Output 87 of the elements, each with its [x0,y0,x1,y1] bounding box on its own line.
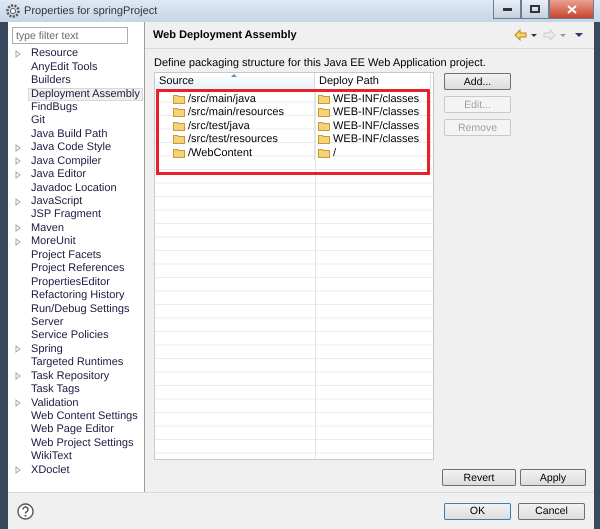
sidebar-item[interactable]: JavaScript [28,195,86,208]
minimize-icon [502,8,512,10]
folder-icon [173,134,185,144]
table-cell: / [333,146,336,159]
sidebar-item[interactable]: Server [28,316,66,329]
gear-icon [6,4,20,18]
maximize-button[interactable] [521,0,549,19]
expand-arrow-icon[interactable] [14,170,22,179]
sidebar-item[interactable]: Targeted Runtimes [28,356,126,370]
folder-icon [318,120,330,131]
sidebar-item[interactable]: Project References [28,262,128,276]
sidebar-item[interactable]: Task Tags [28,383,83,396]
sidebar-item[interactable]: Git [28,114,48,128]
sidebar-item[interactable]: Deployment Assembly [28,88,143,101]
expand-arrow-icon[interactable] [14,144,22,152]
sidebar-item[interactable]: Project Facets [28,248,104,262]
sidebar-item[interactable]: Refactoring History [28,289,128,302]
close-icon [566,4,576,14]
expand-arrow-icon[interactable] [14,50,22,58]
table-cell: WEB-INF/classes [333,106,420,118]
column-header[interactable]: Source [155,73,315,89]
sidebar-item[interactable]: Validation [28,396,82,410]
expand-arrow-icon[interactable] [14,224,22,232]
table-cell: /src/main/java [188,92,256,105]
maximize-icon [530,5,540,13]
expand-arrow-icon[interactable] [14,157,22,166]
expand-arrow-icon[interactable] [14,238,22,246]
sidebar-item[interactable]: Run/Debug Settings [28,302,132,316]
sidebar-item[interactable]: Task Repository [28,370,112,383]
folder-icon [318,148,330,158]
window-title: Properties for springProject [24,5,158,17]
expand-arrow-icon[interactable] [14,399,22,408]
sidebar-item[interactable]: WikiText [28,450,75,464]
sidebar-item[interactable]: Service Policies [28,329,112,342]
table-cell: WEB-INF/classes [333,133,420,146]
expand-arrow-icon[interactable] [14,198,22,206]
sidebar-item[interactable]: AnyEdit Tools [28,60,100,74]
table-cell: /WebContent [188,146,252,159]
minimize-button[interactable] [493,0,521,19]
folder-icon [173,94,185,104]
folder-icon [318,134,330,144]
help-icon[interactable] [17,502,34,520]
close-button[interactable] [549,0,594,19]
table-cell: /src/main/resources [188,106,284,118]
description-text: Define packaging structure for this Java EE Web Application project. [154,57,487,69]
page-title: Web Deployment Assembly [153,29,298,41]
revert-button[interactable]: Revert [442,469,516,486]
folder-icon [318,107,330,118]
table-cell: /src/test/resources [188,133,278,146]
sidebar-item[interactable]: MoreUnit [28,235,79,248]
sidebar-item[interactable]: Javadoc Location [28,182,120,195]
sidebar-item[interactable]: Java Compiler [28,154,104,168]
caret-icon [560,34,566,37]
expand-arrow-icon[interactable] [14,466,22,474]
sidebar-item[interactable]: Builders [28,74,74,88]
table-cell: /src/test/java [188,120,250,132]
sidebar-item[interactable]: Resource [28,47,82,60]
filter-field[interactable]: type filter text [12,27,128,44]
sidebar-item[interactable]: Spring [28,342,66,356]
sidebar-item[interactable]: Java Code Style [28,141,114,154]
menu-caret-icon[interactable] [575,33,583,37]
folder-icon [173,120,185,131]
folder-icon [318,94,330,104]
table-action-button[interactable]: Add... [444,73,511,90]
table-cell: WEB-INF/classes [333,92,420,105]
sidebar-item[interactable]: Java Build Path [28,128,110,141]
back-arrow-icon[interactable] [514,29,526,41]
sidebar-item[interactable]: Web Project Settings [28,436,137,450]
table-cell: WEB-INF/classes [333,120,420,132]
sidebar-item[interactable]: Java Editor [28,168,90,182]
sidebar-item[interactable]: PropertiesEditor [28,276,113,289]
expand-arrow-icon[interactable] [14,345,22,354]
sidebar-item[interactable]: JSP Fragment [28,208,104,222]
forward-arrow-icon [544,29,556,41]
apply-button[interactable]: Apply [520,469,586,486]
sidebar-item[interactable]: XDoclet [28,464,73,477]
sidebar-item[interactable]: FindBugs [28,100,80,114]
sidebar-item[interactable]: Web Page Editor [28,423,117,436]
expand-arrow-icon[interactable] [14,372,22,380]
sidebar-item[interactable]: Maven [28,222,68,235]
cancel-button[interactable]: Cancel [518,502,585,520]
sidebar-item[interactable]: Web Content Settings [28,410,141,424]
caret-icon[interactable] [531,34,537,37]
folder-icon [173,107,185,118]
ok-button[interactable]: OK [444,502,511,520]
sort-arrow-icon [231,73,237,77]
folder-icon [173,148,185,158]
